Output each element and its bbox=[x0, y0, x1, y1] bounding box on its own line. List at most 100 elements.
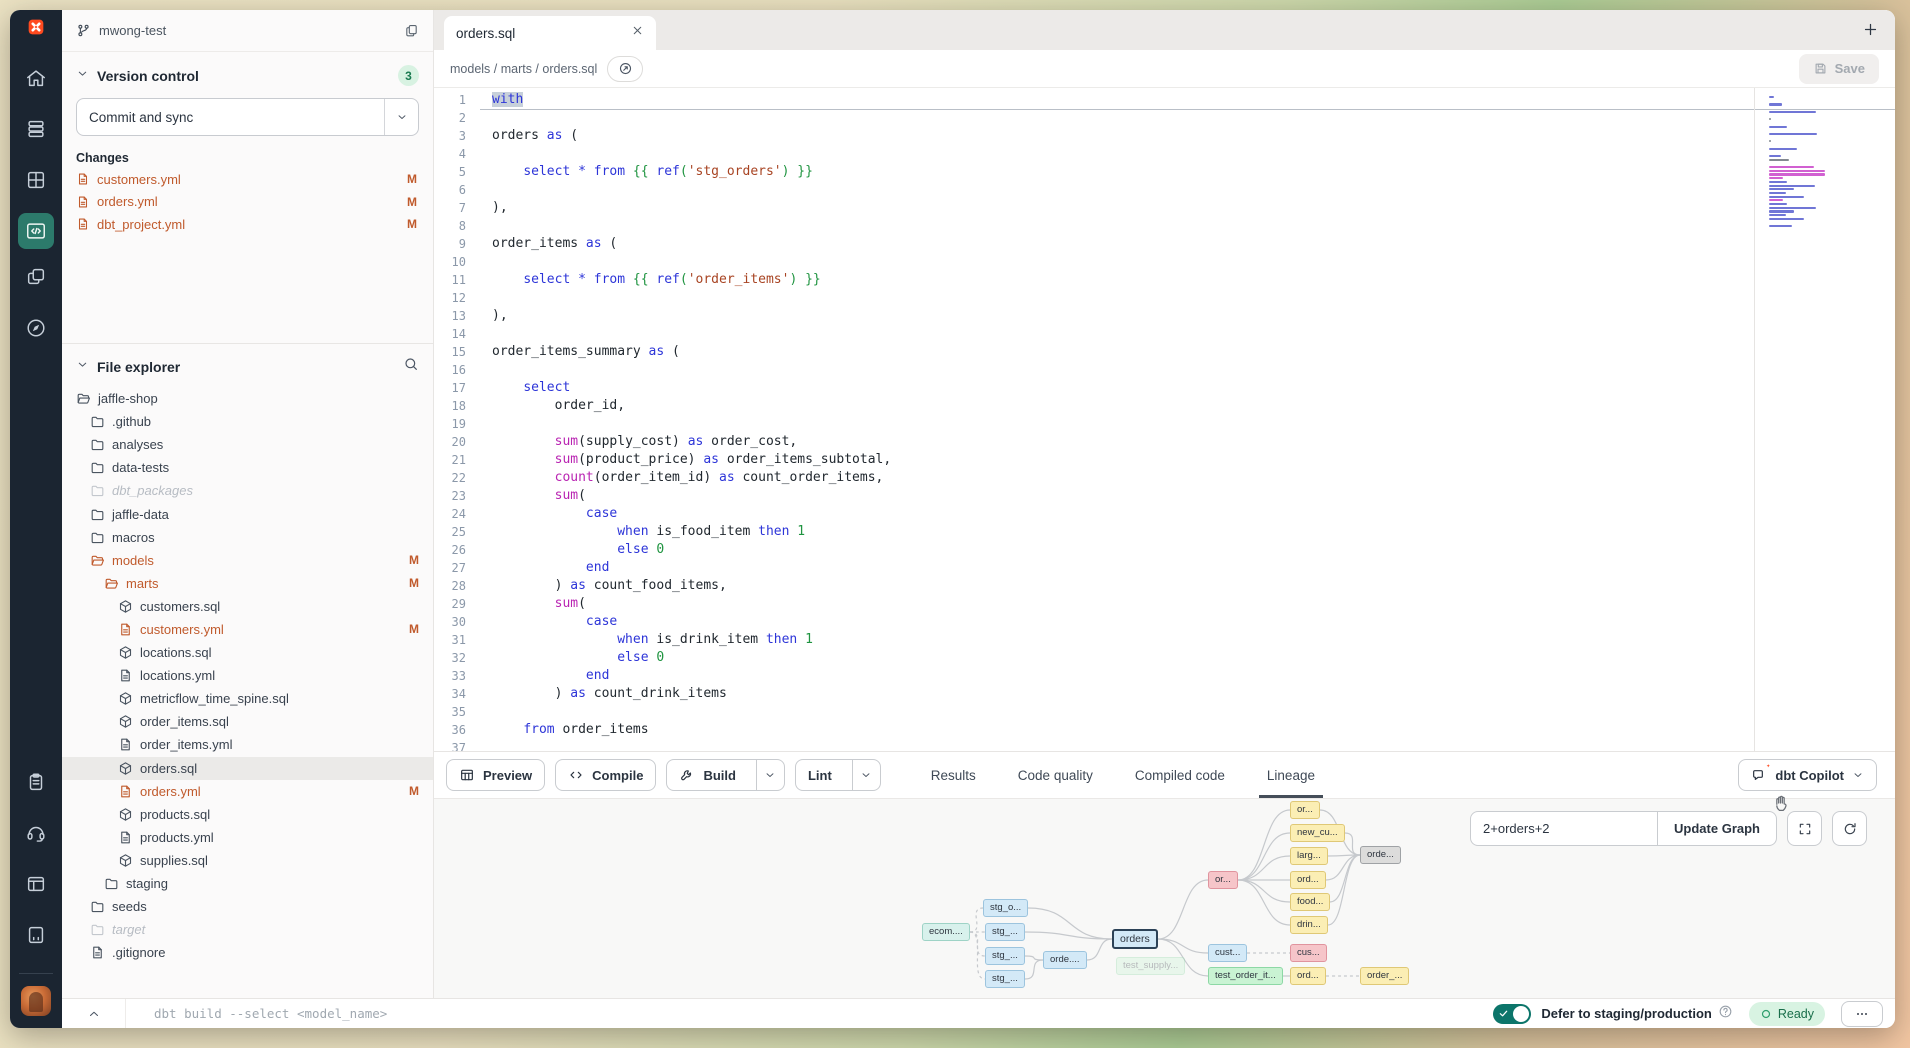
tree-item-jaffle-shop[interactable]: jaffle-shop bbox=[62, 387, 433, 410]
change-item[interactable]: dbt_project.ymlM bbox=[76, 216, 419, 233]
tree-item-metricflow-time-spine-sql[interactable]: metricflow_time_spine.sql bbox=[62, 687, 433, 710]
dag-node-testoi[interactable]: test_order_it... bbox=[1208, 967, 1283, 985]
tab-orders-sql[interactable]: orders.sql bbox=[444, 16, 656, 50]
shortcuts-icon[interactable] bbox=[25, 924, 47, 951]
code-line[interactable]: 13), bbox=[434, 307, 1895, 325]
dag-node-ecom[interactable]: ecom.... bbox=[922, 923, 970, 941]
tree-item--github[interactable]: .github bbox=[62, 410, 433, 433]
code-line[interactable]: 33 end bbox=[434, 667, 1895, 685]
dag-node-larg[interactable]: larg... bbox=[1290, 847, 1328, 865]
dag-node-orde1[interactable]: orde.... bbox=[1043, 951, 1087, 969]
lint-options-chevron[interactable] bbox=[852, 760, 880, 790]
dag-node-ordy1[interactable]: ord... bbox=[1290, 871, 1326, 889]
code-line[interactable]: 11 select * from {{ ref('order_items') }… bbox=[434, 271, 1895, 289]
preview-button[interactable]: Preview bbox=[446, 759, 545, 791]
tree-item-orders-sql[interactable]: orders.sql bbox=[62, 757, 433, 780]
code-line[interactable]: 28 ) as count_food_items, bbox=[434, 577, 1895, 595]
open-lineage-icon[interactable] bbox=[607, 56, 643, 82]
code-line[interactable]: 20 sum(supply_cost) as order_cost, bbox=[434, 433, 1895, 451]
dag-node-newcu[interactable]: new_cu... bbox=[1290, 824, 1345, 842]
code-line[interactable]: 3orders as ( bbox=[434, 127, 1895, 145]
code-line[interactable]: 23 sum( bbox=[434, 487, 1895, 505]
code-line[interactable]: 29 sum( bbox=[434, 595, 1895, 613]
code-line[interactable]: 10 bbox=[434, 253, 1895, 271]
dag-node-ordy3[interactable]: order_... bbox=[1360, 967, 1409, 985]
close-icon[interactable] bbox=[631, 24, 644, 42]
tree-item-jaffle-data[interactable]: jaffle-data bbox=[62, 502, 433, 525]
tree-item--gitignore[interactable]: .gitignore bbox=[62, 941, 433, 964]
dag-node-ordeg[interactable]: orde... bbox=[1360, 846, 1401, 864]
dag-node-cusp[interactable]: cus... bbox=[1290, 944, 1327, 962]
branch-name[interactable]: mwong-test bbox=[99, 23, 166, 38]
panel-tab-code-quality[interactable]: Code quality bbox=[1018, 752, 1093, 798]
code-line[interactable]: 27 end bbox=[434, 559, 1895, 577]
code-line[interactable]: 21 sum(product_price) as order_items_sub… bbox=[434, 451, 1895, 469]
dag-node-orp[interactable]: or... bbox=[1208, 871, 1238, 889]
code-line[interactable]: 32 else 0 bbox=[434, 649, 1895, 667]
dag-node-stg2[interactable]: stg_... bbox=[985, 947, 1025, 965]
environments-icon[interactable] bbox=[25, 118, 47, 145]
code-line[interactable]: 12 bbox=[434, 289, 1895, 307]
change-item[interactable]: customers.ymlM bbox=[76, 171, 419, 188]
code-line[interactable]: 22 count(order_item_id) as count_order_i… bbox=[434, 469, 1895, 487]
code-line[interactable]: 19 bbox=[434, 415, 1895, 433]
panel-tab-results[interactable]: Results bbox=[931, 752, 976, 798]
code-line[interactable]: 9order_items as ( bbox=[434, 235, 1895, 253]
change-item[interactable]: orders.ymlM bbox=[76, 193, 419, 210]
collapse-command-bar-button[interactable] bbox=[62, 999, 126, 1028]
panel-tab-compiled-code[interactable]: Compiled code bbox=[1135, 752, 1225, 798]
tree-item-supplies-sql[interactable]: supplies.sql bbox=[62, 849, 433, 872]
more-options-button[interactable] bbox=[1841, 1001, 1883, 1027]
tree-item-dbt-packages[interactable]: dbt_packages bbox=[62, 479, 433, 502]
code-line[interactable]: 30 case bbox=[434, 613, 1895, 631]
minimap[interactable] bbox=[1769, 96, 1829, 232]
tree-item-products-sql[interactable]: products.sql bbox=[62, 803, 433, 826]
new-tab-button[interactable] bbox=[1862, 21, 1879, 43]
command-input[interactable]: dbt build --select <model_name> bbox=[154, 1006, 387, 1021]
help-icon[interactable] bbox=[1718, 1004, 1733, 1024]
apps-grid-icon[interactable] bbox=[25, 169, 47, 196]
panel-tab-lineage[interactable]: Lineage bbox=[1267, 752, 1315, 798]
user-avatar[interactable] bbox=[21, 986, 51, 1016]
changelog-icon[interactable] bbox=[25, 771, 47, 798]
build-button[interactable]: Build bbox=[667, 760, 748, 790]
code-line[interactable]: 25 when is_food_item then 1 bbox=[434, 523, 1895, 541]
dbt-logo-icon[interactable] bbox=[28, 19, 44, 35]
code-editor[interactable]: 1with23orders as (45 select * from {{ re… bbox=[434, 88, 1895, 751]
code-line[interactable]: 24 case bbox=[434, 505, 1895, 523]
commit-and-sync-button[interactable]: Commit and sync bbox=[76, 98, 419, 136]
build-options-chevron[interactable] bbox=[756, 760, 784, 790]
docs-icon[interactable] bbox=[25, 873, 47, 900]
code-line[interactable]: 7), bbox=[434, 199, 1895, 217]
lineage-filter-input[interactable]: 2+orders+2 bbox=[1471, 812, 1657, 845]
tree-item-analyses[interactable]: analyses bbox=[62, 433, 433, 456]
code-line[interactable]: 15order_items_summary as ( bbox=[434, 343, 1895, 361]
defer-toggle[interactable] bbox=[1493, 1004, 1531, 1024]
update-graph-button[interactable]: Update Graph bbox=[1657, 812, 1776, 845]
dag-node-stg3[interactable]: stg_... bbox=[985, 970, 1025, 988]
dag-node-food[interactable]: food... bbox=[1290, 893, 1330, 911]
code-line[interactable]: 14 bbox=[434, 325, 1895, 343]
dag-node-ordy2[interactable]: ord... bbox=[1290, 967, 1326, 985]
dag-node-stg0[interactable]: stg_o... bbox=[983, 899, 1028, 917]
dag-node-drin[interactable]: drin... bbox=[1290, 916, 1328, 934]
lint-button[interactable]: Lint bbox=[796, 760, 844, 790]
tree-item-macros[interactable]: macros bbox=[62, 526, 433, 549]
compile-button[interactable]: Compile bbox=[555, 759, 656, 791]
tree-item-locations-yml[interactable]: locations.yml bbox=[62, 664, 433, 687]
home-icon[interactable] bbox=[25, 67, 47, 94]
tree-item-target[interactable]: target bbox=[62, 918, 433, 941]
code-line[interactable]: 5 select * from {{ ref('stg_orders') }} bbox=[434, 163, 1895, 181]
code-line[interactable]: 17 select bbox=[434, 379, 1895, 397]
code-line[interactable]: 35 bbox=[434, 703, 1895, 721]
code-line[interactable]: 4 bbox=[434, 145, 1895, 163]
code-line[interactable]: 16 bbox=[434, 361, 1895, 379]
code-line[interactable]: 6 bbox=[434, 181, 1895, 199]
tree-item-order-items-sql[interactable]: order_items.sql bbox=[62, 710, 433, 733]
tree-item-orders-yml[interactable]: orders.ymlM bbox=[62, 780, 433, 803]
dag-node-ory[interactable]: or... bbox=[1290, 801, 1320, 819]
tree-item-locations-sql[interactable]: locations.sql bbox=[62, 641, 433, 664]
dag-node-stg1[interactable]: stg_... bbox=[985, 923, 1025, 941]
chevron-down-icon[interactable] bbox=[76, 67, 89, 85]
code-line[interactable]: 34 ) as count_drink_items bbox=[434, 685, 1895, 703]
